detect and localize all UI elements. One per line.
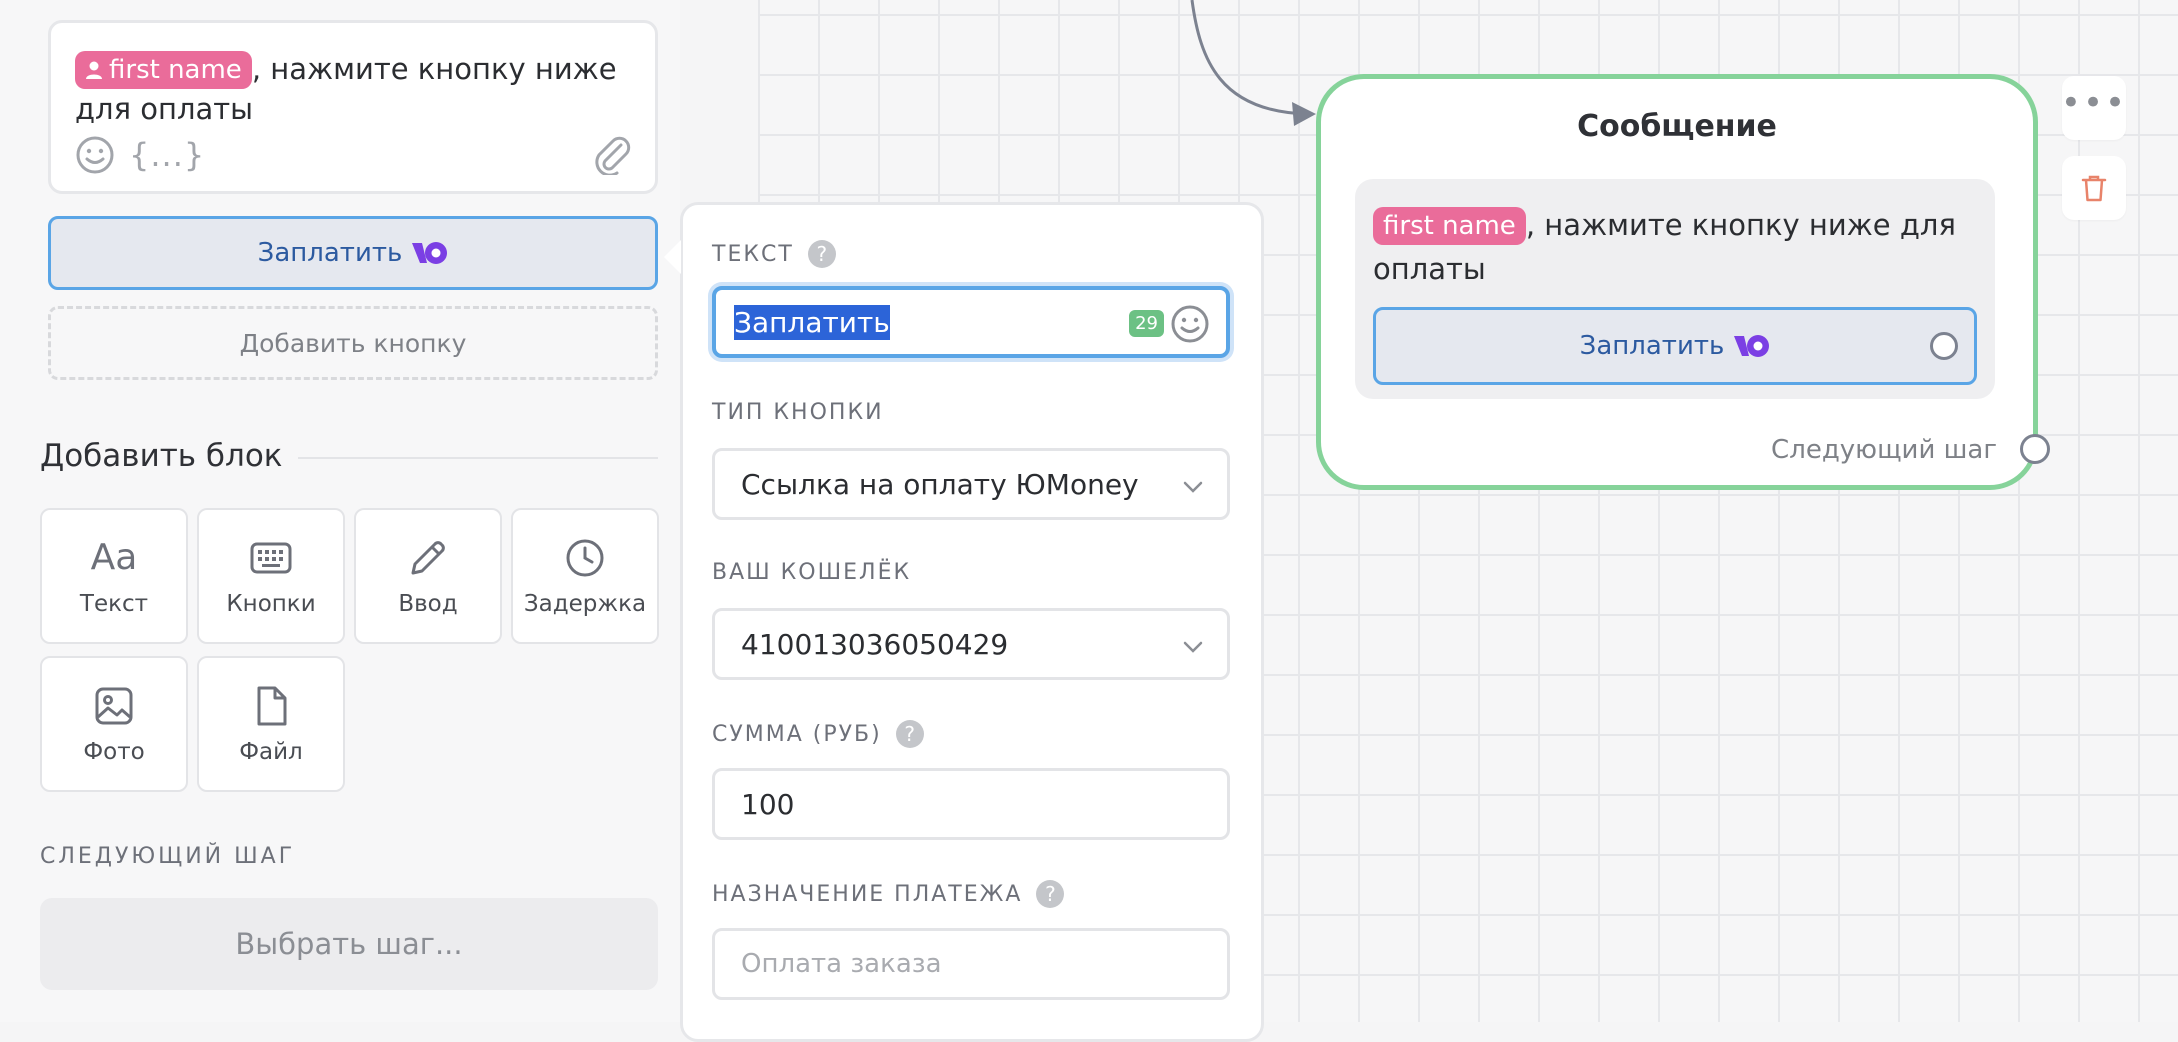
block-text[interactable]: Aa Текст: [40, 508, 188, 644]
person-icon: [86, 61, 102, 79]
popup-arrow: [664, 240, 681, 274]
emoji-icon[interactable]: [1170, 304, 1210, 344]
amount-value: 100: [741, 787, 795, 821]
next-step-title: СЛЕДУЮЩИЙ ШАГ: [40, 844, 296, 869]
yoomoney-logo-icon: [412, 242, 448, 264]
yoomoney-logo-icon: [1734, 335, 1770, 357]
message-text[interactable]: first name, нажмите кнопку ниже для опла…: [75, 49, 635, 129]
help-icon[interactable]: ?: [807, 240, 836, 268]
button-type-value: Ссылка на оплату ЮMoney: [741, 467, 1139, 501]
amount-field-label: СУММА (РУБ) ?: [712, 720, 924, 748]
more-icon: •••: [2060, 83, 2128, 123]
attach-icon[interactable]: [591, 133, 633, 175]
wallet-field-label: ВАШ КОШЕЛЁК: [712, 560, 911, 585]
node-pay-button-label: Заплатить: [1579, 331, 1725, 361]
next-step-label: Следующий шаг: [1771, 435, 1997, 465]
add-button-label: Добавить кнопку: [239, 328, 467, 358]
pencil-icon: [411, 541, 445, 575]
variable-chip: first name: [1373, 207, 1526, 245]
next-step-port[interactable]: [2020, 434, 2050, 464]
divider: [298, 457, 658, 459]
variable-name: first name: [109, 55, 242, 85]
block-label: Текст: [79, 591, 149, 617]
wallet-select[interactable]: 410013036050429: [712, 608, 1230, 680]
text-label: ТЕКСТ: [712, 241, 794, 267]
file-icon: [257, 686, 287, 726]
node-title: Сообщение: [1577, 109, 1777, 144]
delete-node-button[interactable]: [2062, 156, 2126, 220]
variable-chip[interactable]: first name: [75, 51, 252, 89]
button-connection-port[interactable]: [1930, 332, 1958, 360]
purpose-label: НАЗНАЧЕНИЕ ПЛАТЕЖА: [712, 881, 1023, 907]
add-block-title: Добавить блок: [40, 438, 283, 474]
trash-icon: [2081, 175, 2107, 202]
more-options-button[interactable]: •••: [2060, 76, 2128, 140]
image-icon: [95, 687, 133, 725]
keyboard-icon: [250, 542, 292, 574]
variables-icon[interactable]: {...}: [129, 135, 205, 175]
purpose-placeholder: Оплата заказа: [741, 949, 942, 979]
block-input[interactable]: Ввод: [354, 508, 502, 644]
block-label: Задержка: [523, 591, 647, 617]
help-icon[interactable]: ?: [1036, 880, 1065, 908]
chevron-down-icon: [1183, 481, 1203, 493]
emoji-icon[interactable]: [75, 135, 115, 175]
amount-input[interactable]: 100: [712, 768, 1230, 840]
text-icon: Aa: [90, 537, 138, 578]
wallet-label: ВАШ КОШЕЛЁК: [712, 560, 912, 585]
block-file[interactable]: Файл: [197, 656, 345, 792]
node-message-text: first name, нажмите кнопку ниже для опла…: [1373, 203, 1973, 291]
type-field-label: ТИП КНОПКИ: [712, 400, 884, 425]
pay-button[interactable]: Заплатить: [48, 216, 658, 290]
choose-step-label: Выбрать шаг...: [235, 927, 463, 961]
connector-line: [1190, 0, 1316, 126]
text-field-label: ТЕКСТ ?: [712, 240, 836, 268]
help-icon[interactable]: ?: [895, 720, 924, 748]
block-label: Файл: [239, 739, 303, 765]
button-text-input[interactable]: Заплатить 29: [712, 286, 1230, 358]
node-message-card: first name, нажмите кнопку ниже для опла…: [1355, 179, 1995, 399]
block-label: Кнопки: [226, 591, 316, 617]
amount-label: СУММА (РУБ): [712, 721, 882, 747]
button-type-select[interactable]: Ссылка на оплату ЮMoney: [712, 448, 1230, 520]
message-editor[interactable]: first name, нажмите кнопку ниже для опла…: [48, 20, 658, 194]
block-buttons[interactable]: Кнопки: [197, 508, 345, 644]
block-delay[interactable]: Задержка: [511, 508, 659, 644]
add-button[interactable]: Добавить кнопку: [48, 306, 658, 380]
message-node[interactable]: Сообщение first name, нажмите кнопку ниж…: [1316, 74, 2038, 490]
pay-button-label: Заплатить: [257, 238, 403, 268]
block-label: Фото: [83, 739, 145, 765]
payment-purpose-input[interactable]: Оплата заказа: [712, 928, 1230, 1000]
wallet-value: 410013036050429: [741, 627, 1009, 661]
node-pay-button[interactable]: Заплатить: [1373, 307, 1977, 385]
chevron-down-icon: [1183, 641, 1203, 653]
type-label: ТИП КНОПКИ: [712, 400, 884, 425]
char-counter: 29: [1129, 310, 1164, 337]
choose-step-button[interactable]: Выбрать шаг...: [40, 898, 658, 990]
block-label: Ввод: [398, 591, 458, 617]
button-text-value: Заплатить: [734, 304, 890, 340]
purpose-field-label: НАЗНАЧЕНИЕ ПЛАТЕЖА ?: [712, 880, 1065, 908]
block-photo[interactable]: Фото: [40, 656, 188, 792]
clock-icon: [566, 539, 604, 577]
left-panel: first name, нажмите кнопку ниже для опла…: [0, 0, 680, 1022]
